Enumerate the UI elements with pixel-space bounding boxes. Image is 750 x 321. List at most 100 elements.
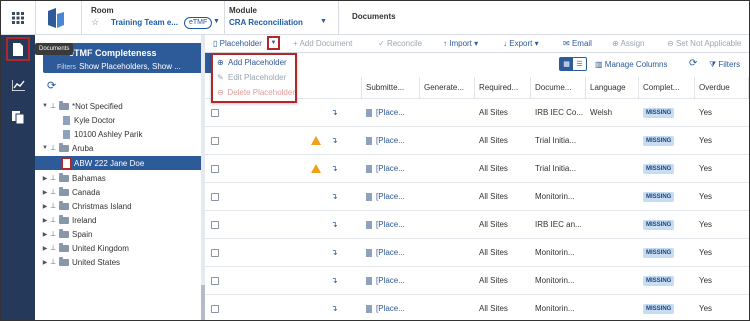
favorite-star-icon[interactable]: ☆	[91, 17, 99, 28]
table-row[interactable]: ↴ [Place... All Sites Monitorin... MISSING Ye…	[205, 294, 749, 320]
flag-icon[interactable]: ↴	[331, 304, 338, 313]
status-badge: MISSING	[643, 275, 675, 286]
flag-icon[interactable]: ↴	[331, 164, 338, 173]
add-placeholder-item[interactable]: ⊕ Add Placeholder	[213, 55, 295, 70]
tree-item[interactable]: ▶ ⊥ Christmas Island	[35, 199, 203, 213]
import-button[interactable]: ↑ Import ▾	[443, 39, 478, 48]
row-checkbox[interactable]	[211, 108, 219, 117]
set-not-applicable-button[interactable]: ⊖ Set Not Applicable	[667, 39, 741, 48]
reconcile-button[interactable]: ✓ Reconcile	[378, 39, 422, 48]
column-header[interactable]: Submitte...	[362, 77, 420, 98]
row-checkbox[interactable]	[211, 276, 219, 285]
list-view-icon[interactable]: ☰	[573, 58, 586, 70]
placeholder-dropdown-toggle[interactable]: ▼	[267, 36, 280, 50]
edit-placeholder-item[interactable]: ✎ Edit Placeholder	[213, 70, 295, 85]
column-header[interactable]: Language	[586, 77, 639, 98]
chevron-right-icon[interactable]: ▶	[41, 175, 49, 182]
table-row[interactable]: ↴ [Place... All Sites Trial Initia... MISSIN…	[205, 154, 749, 182]
tree-item[interactable]: ▶ ⊥ United States	[35, 255, 203, 269]
grid-view-icon[interactable]: ▦	[560, 58, 573, 70]
chevron-right-icon[interactable]: ▶	[41, 231, 49, 238]
chevron-right-icon[interactable]: ▶	[41, 245, 49, 252]
chevron-right-icon[interactable]: ▶	[41, 203, 49, 210]
warning-icon	[311, 136, 321, 145]
table-row[interactable]: ↴ [Place... All Sites IRB IEC an... MISSING Y…	[205, 210, 749, 238]
placeholder-button[interactable]: ▯ Placeholder	[213, 39, 262, 48]
chevron-right-icon[interactable]: ▶	[41, 189, 49, 196]
chevron-down-icon[interactable]: ▼	[41, 103, 49, 109]
column-header[interactable]: Required...	[475, 77, 531, 98]
pin-icon[interactable]: ⊥	[49, 188, 57, 196]
column-header[interactable]: Overdue	[695, 77, 749, 98]
submitted-document[interactable]: [Place...	[376, 304, 405, 313]
filters-button[interactable]: ⧩ Filters	[709, 60, 740, 70]
flag-icon[interactable]: ↴	[331, 108, 338, 117]
table-row[interactable]: ↴ [Place... All Sites Monitorin... MISSING Ye…	[205, 266, 749, 294]
chevron-down-icon[interactable]: ▼	[320, 18, 327, 25]
tree-item[interactable]: ▶ ⊥ United Kingdom	[35, 241, 203, 255]
tree-item[interactable]: ▶ ⊥ Canada	[35, 185, 203, 199]
documents-nav-button[interactable]	[6, 37, 30, 61]
pin-icon[interactable]: ⊥	[49, 202, 57, 210]
flag-icon[interactable]: ↴	[331, 276, 338, 285]
row-checkbox[interactable]	[211, 164, 219, 173]
table-row[interactable]: ↴ [Place... All Sites Monitorin... MISSING Ye…	[205, 182, 749, 210]
reports-nav-button[interactable]	[6, 73, 30, 97]
tree-item[interactable]: Kyle Doctor	[35, 113, 203, 127]
refresh-icon[interactable]: ⟳	[689, 58, 697, 69]
chevron-right-icon[interactable]: ▶	[41, 259, 49, 266]
pin-icon[interactable]: ⊥	[49, 216, 57, 224]
flag-icon[interactable]: ↴	[331, 192, 338, 201]
row-checkbox[interactable]	[211, 136, 219, 145]
tree-item[interactable]: 10100 Ashley Parik	[35, 127, 203, 141]
email-button[interactable]: ✉ Email	[563, 39, 592, 48]
room-selector[interactable]: Training Team e...	[111, 18, 178, 27]
chevron-down-icon[interactable]: ▼	[213, 18, 220, 25]
submitted-document[interactable]: [Place...	[376, 136, 405, 145]
row-checkbox[interactable]	[211, 304, 219, 313]
tree-item[interactable]: ▶ ⊥ Bahamas	[35, 171, 203, 185]
column-header[interactable]: Docume...	[531, 77, 586, 98]
flag-icon[interactable]: ↴	[331, 220, 338, 229]
tree-item[interactable]: ABW 222 Jane Doe	[35, 156, 203, 170]
submitted-document[interactable]: [Place...	[376, 220, 405, 229]
pin-icon[interactable]: ⊥	[49, 230, 57, 238]
table-row[interactable]: ↴ [Place... All Sites Trial Initia... MISSIN…	[205, 126, 749, 154]
tree-item[interactable]: ▼ ⊥ Aruba	[35, 141, 203, 155]
submitted-document[interactable]: [Place...	[376, 164, 405, 173]
pin-icon[interactable]: ⊥	[49, 144, 57, 152]
view-toggle[interactable]: ▦ ☰	[559, 57, 587, 71]
pin-icon[interactable]: ⊥	[49, 102, 57, 110]
delete-placeholder-item[interactable]: ⊖ Delete Placeholder	[213, 85, 295, 100]
column-header[interactable]: Generate...	[420, 77, 475, 98]
module-selector[interactable]: CRA Reconciliation	[229, 18, 303, 27]
row-checkbox[interactable]	[211, 248, 219, 257]
chevron-right-icon[interactable]: ▶	[41, 217, 49, 224]
row-checkbox[interactable]	[211, 192, 219, 201]
tree-item[interactable]: ▶ ⊥ Ireland	[35, 213, 203, 227]
apps-grid-icon[interactable]	[1, 1, 35, 35]
pin-icon[interactable]: ⊥	[49, 174, 57, 182]
library-nav-button[interactable]	[6, 105, 30, 129]
manage-columns-button[interactable]: ▥ Manage Columns	[595, 60, 667, 69]
column-header[interactable]: Complet...	[639, 77, 695, 98]
pin-icon[interactable]: ⊥	[49, 258, 57, 266]
table-row[interactable]: ↴ [Place... All Sites Monitorin... MISSING Ye…	[205, 238, 749, 266]
refresh-icon[interactable]: ⟳	[47, 79, 56, 92]
tree-item[interactable]: ▶ ⊥ Spain	[35, 227, 203, 241]
chevron-down-icon[interactable]: ▼	[41, 145, 49, 151]
tree-item[interactable]: ▼ ⊥ *Not Specified	[35, 99, 203, 113]
add-document-button[interactable]: + Add Document	[293, 39, 352, 48]
export-button[interactable]: ↓ Export ▾	[503, 39, 539, 48]
submitted-document[interactable]: [Place...	[376, 108, 405, 117]
submitted-document[interactable]: [Place...	[376, 192, 405, 201]
submitted-document[interactable]: [Place...	[376, 276, 405, 285]
flag-icon[interactable]: ↴	[331, 248, 338, 257]
flag-icon[interactable]: ↴	[331, 136, 338, 145]
assign-button[interactable]: ⊕ Assign	[612, 39, 645, 48]
language-cell	[586, 267, 639, 294]
submitted-document[interactable]: [Place...	[376, 248, 405, 257]
placeholder-label: Placeholder	[219, 39, 262, 48]
pin-icon[interactable]: ⊥	[49, 244, 57, 252]
row-checkbox[interactable]	[211, 220, 219, 229]
